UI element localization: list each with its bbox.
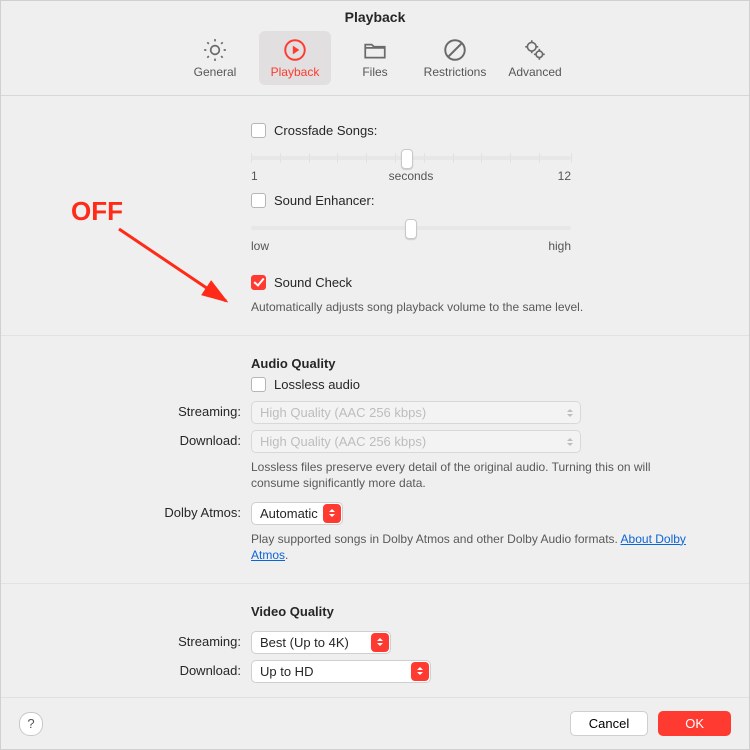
enhancer-max: high [548, 239, 571, 253]
tab-label: Advanced [508, 65, 561, 79]
video-streaming-label: Streaming: [31, 631, 251, 649]
soundcheck-checkbox-input[interactable] [251, 275, 266, 290]
restrictions-icon [442, 37, 468, 63]
enhancer-checkbox[interactable]: Sound Enhancer: [251, 193, 374, 208]
crossfade-max: 12 [558, 169, 571, 183]
gear-icon [202, 37, 228, 63]
video-quality-heading: Video Quality [251, 604, 691, 619]
ok-button[interactable]: OK [658, 711, 731, 736]
content-scroll[interactable]: Crossfade Songs: 1 seconds 12 [1, 91, 749, 697]
gears-icon [522, 37, 548, 63]
download-quality-select[interactable]: High Quality (AAC 256 kbps) [251, 430, 581, 453]
tab-general[interactable]: General [179, 31, 251, 85]
streaming-label: Streaming: [31, 401, 251, 419]
tab-files[interactable]: Files [339, 31, 411, 85]
crossfade-label: Crossfade Songs: [274, 123, 377, 138]
enhancer-slider[interactable] [251, 217, 571, 237]
footer: ? Cancel OK [1, 697, 749, 749]
crossfade-min: 1 [251, 169, 258, 183]
video-download-select[interactable]: Up to HD [251, 660, 431, 683]
soundcheck-desc: Automatically adjusts song playback volu… [251, 299, 691, 315]
streaming-quality-select[interactable]: High Quality (AAC 256 kbps) [251, 401, 581, 424]
soundcheck-label: Sound Check [274, 275, 352, 290]
crossfade-mid: seconds [389, 169, 434, 183]
tab-label: General [194, 65, 237, 79]
enhancer-checkbox-input[interactable] [251, 193, 266, 208]
lossless-checkbox-input[interactable] [251, 377, 266, 392]
lossless-label: Lossless audio [274, 377, 360, 392]
atmos-label: Dolby Atmos: [31, 502, 251, 520]
window-title: Playback [1, 1, 749, 29]
enhancer-min: low [251, 239, 269, 253]
help-button[interactable]: ? [19, 712, 43, 736]
playback-section: Crossfade Songs: 1 seconds 12 [1, 91, 749, 336]
cancel-button[interactable]: Cancel [570, 711, 648, 736]
audio-quality-heading: Audio Quality [251, 356, 691, 371]
enhancer-thumb[interactable] [405, 219, 417, 239]
tab-label: Files [362, 65, 387, 79]
tab-restrictions[interactable]: Restrictions [419, 31, 491, 85]
crossfade-checkbox-input[interactable] [251, 123, 266, 138]
play-icon [282, 37, 308, 63]
atmos-select[interactable]: Automatic [251, 502, 343, 525]
video-streaming-select[interactable]: Best (Up to 4K) [251, 631, 391, 654]
audio-quality-section: Audio Quality Lossless audio Streaming: … [1, 336, 749, 584]
tab-label: Restrictions [424, 65, 487, 79]
video-download-label: Download: [31, 660, 251, 678]
lossless-checkbox[interactable]: Lossless audio [251, 377, 360, 392]
crossfade-slider[interactable] [251, 147, 571, 167]
tab-playback[interactable]: Playback [259, 31, 331, 85]
atmos-note: Play supported songs in Dolby Atmos and … [251, 531, 691, 563]
lossless-note: Lossless files preserve every detail of … [251, 459, 691, 491]
enhancer-label: Sound Enhancer: [274, 193, 374, 208]
preferences-window: Playback General Playback Files Restrict… [0, 0, 750, 750]
tab-advanced[interactable]: Advanced [499, 31, 571, 85]
tab-bar: General Playback Files Restrictions Adva… [1, 29, 749, 95]
crossfade-checkbox[interactable]: Crossfade Songs: [251, 123, 377, 138]
download-label: Download: [31, 430, 251, 448]
video-quality-section: Video Quality Streaming: Best (Up to 4K)… [1, 584, 749, 697]
crossfade-thumb[interactable] [401, 149, 413, 169]
tab-label: Playback [271, 65, 320, 79]
soundcheck-checkbox[interactable]: Sound Check [251, 275, 352, 290]
folder-icon [362, 37, 388, 63]
